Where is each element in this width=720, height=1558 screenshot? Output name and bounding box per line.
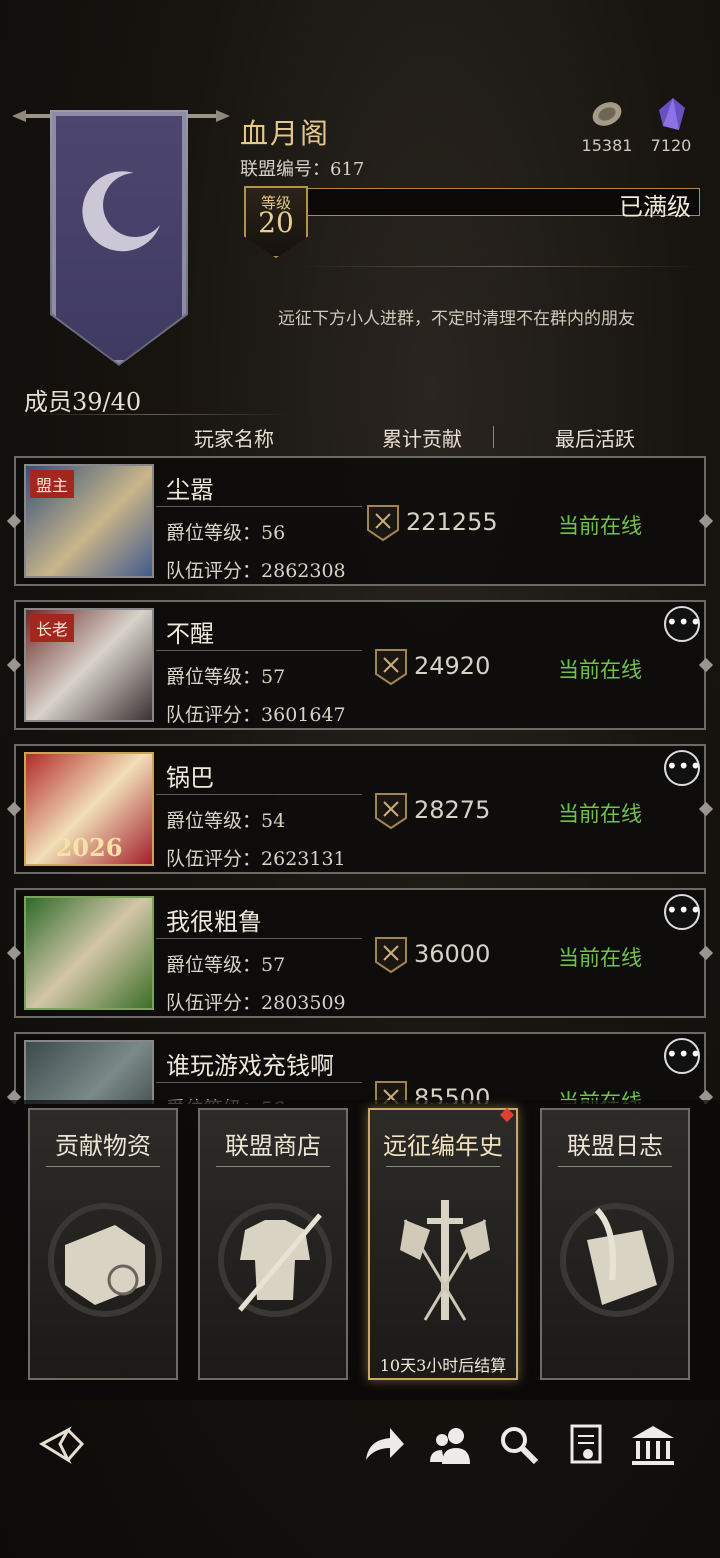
search-icon[interactable] <box>496 1422 542 1468</box>
alliance-name: 血月阁 <box>240 117 331 150</box>
online-status: 当前在线 <box>558 514 642 538</box>
armor-sword-icon <box>218 1203 332 1317</box>
player-name: 锅巴 <box>166 764 214 792</box>
header-last-active: 最后活跃 <box>555 427 635 451</box>
member-row[interactable]: 长老 不醒 爵位等级：57 队伍评分：3601647 24920 当前在线 ••… <box>6 600 714 730</box>
share-icon[interactable] <box>360 1422 406 1468</box>
contribution-badge-icon <box>375 649 407 686</box>
crescent-moon-emblem-icon <box>82 171 160 252</box>
team-score: 队伍评分：2803509 <box>166 992 346 1014</box>
member-row[interactable]: 谁玩游戏充钱啊 爵位等级：56 85500 当前在线 ••• <box>6 1032 714 1104</box>
divider <box>20 414 290 415</box>
player-rank: 爵位等级：57 <box>166 954 286 976</box>
level-progress-bar: 已满级 <box>298 188 700 221</box>
role-tag: 长老 <box>30 614 75 642</box>
more-options-button[interactable]: ••• <box>664 894 701 930</box>
avatar[interactable] <box>24 896 154 1010</box>
header-player-name: 玩家名称 <box>194 427 274 451</box>
player-rank: 爵位等级：56 <box>166 522 286 544</box>
member-row[interactable]: 盟主 尘嚣 爵位等级：56 队伍评分：2862308 221255 当前在线 <box>6 456 714 586</box>
player-name: 我很粗鲁 <box>166 908 262 936</box>
members-count: 成员39/40 <box>24 388 142 416</box>
contribution-value: 24920 <box>414 652 491 680</box>
quill-paper-icon <box>560 1203 674 1317</box>
level-number: 20 <box>258 206 294 239</box>
contribution-badge-icon <box>375 937 407 974</box>
contribution-value: 36000 <box>414 940 491 968</box>
bank-icon[interactable] <box>630 1422 676 1468</box>
settlement-timer: 10天3小时后结算 <box>379 1356 507 1375</box>
player-name: 尘嚣 <box>166 476 214 504</box>
team-score: 队伍评分：2862308 <box>166 560 346 582</box>
player-name: 不醒 <box>166 620 214 648</box>
more-options-button[interactable]: ••• <box>664 1038 701 1074</box>
contribution-value: 221255 <box>406 508 498 536</box>
online-status: 当前在线 <box>558 946 642 970</box>
member-list[interactable]: 盟主 尘嚣 爵位等级：56 队伍评分：2862308 221255 当前在线 长… <box>0 450 720 1104</box>
avatar[interactable]: 2026 <box>24 752 154 866</box>
back-icon[interactable] <box>38 1422 84 1468</box>
header-separator <box>493 426 494 448</box>
alliance-notice: 远征下方小人进群，不定时清理不在群内的朋友 <box>278 309 635 329</box>
contribution-badge-icon <box>375 793 407 830</box>
purple-crystal-icon <box>659 98 685 130</box>
document-icon[interactable] <box>564 1422 610 1468</box>
avatar[interactable] <box>24 1040 154 1104</box>
role-tag: 盟主 <box>30 470 75 498</box>
online-status: 当前在线 <box>558 658 642 682</box>
alliance-id: 联盟编号：617 <box>240 159 365 180</box>
resource-crystal: 7120 <box>648 96 694 155</box>
avatar-year-text: 2026 <box>55 833 123 862</box>
resource-silver: 15381 <box>580 96 634 155</box>
members-icon[interactable] <box>428 1422 474 1468</box>
player-rank: 爵位等级：54 <box>166 810 286 832</box>
level-status: 已满级 <box>619 193 691 221</box>
header-contribution: 累计贡献 <box>382 427 462 451</box>
team-score: 队伍评分：2623131 <box>166 848 346 870</box>
notification-dot <box>499 1107 515 1123</box>
online-status: 当前在线 <box>558 802 642 826</box>
contribution-badge-icon <box>367 505 399 542</box>
team-score: 队伍评分：3601647 <box>166 704 346 726</box>
avatar[interactable]: 长老 <box>24 608 154 722</box>
player-name: 谁玩游戏充钱啊 <box>166 1052 334 1080</box>
card-alliance-shop[interactable]: 联盟商店 <box>198 1108 348 1380</box>
contribution-value: 28275 <box>414 796 491 824</box>
level-badge: 等级 20 <box>244 186 308 258</box>
card-expedition-chronicle[interactable]: 远征编年史 10天3小时后结算 <box>368 1107 518 1380</box>
card-contribute-supplies[interactable]: 贡献物资 <box>28 1108 178 1380</box>
alliance-banner <box>0 0 240 380</box>
member-row[interactable]: 我很粗鲁 爵位等级：57 队伍评分：2803509 36000 当前在线 ••• <box>6 888 714 1018</box>
more-options-button[interactable]: ••• <box>664 606 701 642</box>
avatar[interactable]: 盟主 <box>24 464 154 578</box>
member-row[interactable]: 2026 锅巴 爵位等级：54 队伍评分：2623131 28275 当前在线 … <box>6 744 714 874</box>
crossed-flags-sword-icon <box>400 1200 490 1321</box>
silver-coin-icon <box>592 102 622 126</box>
card-alliance-log[interactable]: 联盟日志 <box>540 1108 690 1380</box>
player-rank: 爵位等级：57 <box>166 666 286 688</box>
scroll-icon <box>48 1203 162 1317</box>
more-options-button[interactable]: ••• <box>664 750 701 786</box>
divider <box>300 266 700 267</box>
